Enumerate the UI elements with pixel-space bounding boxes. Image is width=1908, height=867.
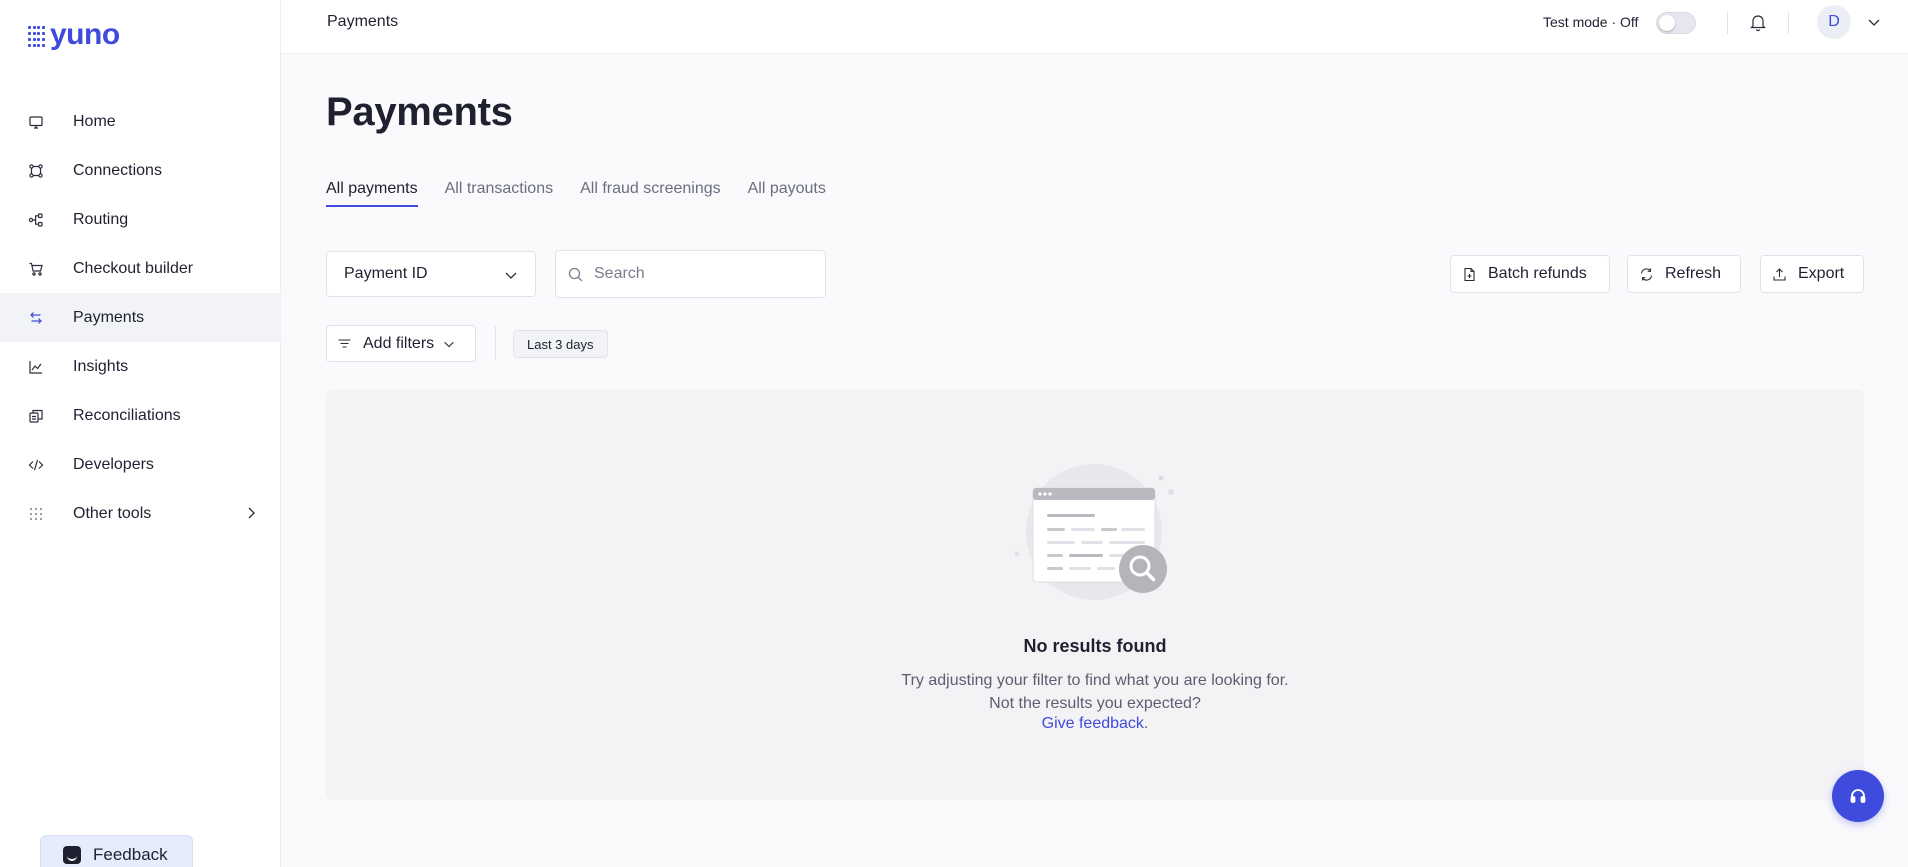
logo-text: yuno	[50, 18, 120, 51]
empty-state-title: No results found	[1023, 636, 1167, 656]
link-suffix: .	[1143, 715, 1149, 732]
sidebar: yuno Home Connections Routing Checkout b…	[0, 0, 281, 867]
connections-icon	[28, 163, 44, 179]
export-label: Export	[1798, 265, 1845, 282]
empty-state-panel: No results found Try adjusting your filt…	[326, 390, 1864, 800]
headset-icon	[1850, 789, 1866, 803]
breadcrumb: Payments	[327, 13, 399, 30]
code-icon	[28, 457, 44, 473]
routing-icon	[28, 212, 44, 228]
chevron-down-icon[interactable]	[1866, 14, 1882, 30]
empty-state-link-line: Give feedback.	[326, 715, 1864, 733]
logo-mark-icon	[28, 26, 46, 48]
feedback-button[interactable]: Feedback	[40, 835, 193, 867]
batch-refunds-button[interactable]: Batch refunds	[1450, 255, 1610, 293]
grid-dots-icon	[28, 506, 44, 522]
header-divider	[1727, 12, 1728, 34]
sidebar-item-label: Reconciliations	[73, 406, 181, 424]
sidebar-item-label: Checkout builder	[73, 259, 194, 277]
sidebar-item-insights[interactable]: Insights	[0, 342, 281, 391]
file-plus-icon	[1464, 267, 1475, 281]
reconciliation-icon	[28, 408, 44, 424]
refresh-button[interactable]: Refresh	[1627, 255, 1741, 293]
upload-icon	[1773, 267, 1786, 281]
tab-all-payouts[interactable]: All payouts	[748, 180, 826, 207]
search-field-select[interactable]: Payment ID	[326, 251, 536, 297]
filter-divider	[495, 326, 496, 360]
sidebar-item-connections[interactable]: Connections	[0, 146, 281, 195]
avatar[interactable]: D	[1817, 5, 1851, 39]
sidebar-item-label: Home	[73, 112, 116, 130]
batch-refunds-label: Batch refunds	[1488, 265, 1587, 282]
sidebar-item-label: Routing	[73, 210, 129, 228]
give-feedback-link[interactable]: Give feedback	[1042, 715, 1144, 732]
refresh-label: Refresh	[1665, 265, 1722, 282]
line-chart-icon	[28, 359, 44, 375]
tab-all-payments[interactable]: All payments	[326, 180, 418, 207]
sidebar-item-checkout-builder[interactable]: Checkout builder	[0, 244, 281, 293]
feedback-label: Feedback	[93, 845, 168, 864]
empty-search-illustration-icon	[1014, 464, 1174, 600]
search-icon	[568, 267, 583, 282]
bell-icon[interactable]	[1748, 12, 1768, 32]
monitor-icon	[28, 114, 44, 130]
sidebar-item-payments[interactable]: Payments	[0, 293, 281, 342]
toggle-knob	[1659, 15, 1675, 31]
filter-lines-icon	[338, 339, 351, 348]
sidebar-item-label: Developers	[73, 455, 154, 473]
tab-all-transactions[interactable]: All transactions	[445, 180, 554, 207]
test-mode-toggle[interactable]	[1656, 12, 1696, 34]
sidebar-item-label: Connections	[73, 161, 162, 179]
page-title: Payments	[326, 90, 513, 134]
transfer-arrows-icon	[28, 310, 44, 326]
sidebar-nav: Home Connections Routing Checkout builde…	[0, 97, 281, 538]
refresh-icon	[1640, 267, 1653, 281]
sidebar-item-home[interactable]: Home	[0, 97, 281, 146]
sidebar-item-label: Insights	[73, 357, 129, 375]
export-button[interactable]: Export	[1760, 255, 1864, 293]
search-input[interactable]	[594, 251, 819, 297]
sidebar-item-label: Payments	[73, 308, 145, 326]
sidebar-item-label: Other tools	[73, 504, 152, 522]
smile-icon	[63, 846, 81, 864]
cart-icon	[28, 261, 44, 277]
search-box	[555, 250, 826, 298]
sidebar-item-developers[interactable]: Developers	[0, 440, 281, 489]
chevron-right-icon	[248, 507, 255, 519]
top-bar: Payments Test mode · Off D	[281, 0, 1908, 54]
chevron-down-icon	[505, 272, 517, 279]
sidebar-item-routing[interactable]: Routing	[0, 195, 281, 244]
add-filters-label: Add filters	[363, 334, 435, 352]
add-filters-button[interactable]: Add filters	[326, 325, 476, 362]
support-chat-button[interactable]	[1832, 770, 1884, 822]
main-content: Payments All payments All transactions A…	[281, 54, 1908, 867]
chevron-down-icon	[444, 341, 454, 347]
tab-all-fraud-screenings[interactable]: All fraud screenings	[580, 180, 721, 207]
header-divider	[1788, 12, 1789, 34]
empty-state-message: Try adjusting your filter to find what y…	[901, 672, 1289, 712]
sidebar-item-other-tools[interactable]: Other tools	[0, 489, 281, 538]
yuno-logo[interactable]: yuno	[28, 18, 120, 52]
sidebar-item-reconciliations[interactable]: Reconciliations	[0, 391, 281, 440]
payments-tabs: All payments All transactions All fraud …	[326, 180, 826, 207]
test-mode-label: Test mode · Off	[1543, 14, 1639, 30]
select-value: Payment ID	[344, 265, 428, 282]
date-range-chip[interactable]: Last 3 days	[513, 330, 608, 358]
